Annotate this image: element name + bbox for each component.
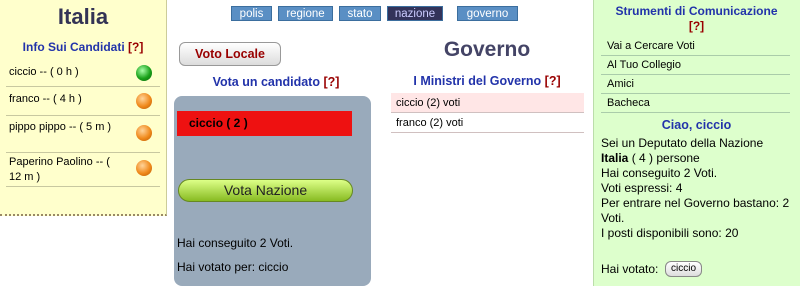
- communication-heading: Strumenti di Comunicazione [?]: [593, 4, 800, 34]
- voted-candidate-chip[interactable]: ciccio: [665, 261, 703, 277]
- vote-heading-label: Vota un candidato: [212, 75, 320, 89]
- candidates-panel: Italia Info Sui Candidati [?] ciccio -- …: [0, 0, 167, 216]
- deputy-votes-text: Hai conseguito 2 Voti.: [601, 166, 718, 180]
- info-candidates-label: Info Sui Candidati: [22, 40, 125, 54]
- candidate-name: franco -- ( 4 h ): [9, 93, 82, 105]
- away-status-icon: [136, 93, 152, 109]
- nav-polis[interactable]: polis: [231, 6, 272, 21]
- ministers-help-link[interactable]: [?]: [545, 74, 561, 88]
- candidate-name: Paperino Paolino -- ( 12 m ): [9, 156, 110, 183]
- nav-governo[interactable]: governo: [457, 6, 518, 21]
- votes-received-text: Hai conseguito 2 Voti.: [177, 236, 294, 250]
- nation-people: ( 4 ) persone: [628, 151, 700, 165]
- candidate-name: ciccio -- ( 0 h ): [9, 66, 79, 78]
- info-candidates-help-link[interactable]: [?]: [128, 40, 143, 54]
- ministers-heading: I Ministri del Governo [?]: [390, 74, 584, 88]
- selected-candidate[interactable]: ciccio ( 2 ): [177, 111, 352, 136]
- deputy-role-text: Sei un Deputato della Nazione: [601, 136, 764, 150]
- menu-tuo-collegio[interactable]: Al Tuo Collegio: [601, 56, 790, 75]
- candidate-row[interactable]: Paperino Paolino -- ( 12 m ): [6, 153, 160, 187]
- menu-bacheca[interactable]: Bacheca: [601, 94, 790, 113]
- candidate-name: pippo pippo -- ( 5 m ): [9, 121, 112, 133]
- info-candidates-heading: Info Sui Candidati [?]: [0, 40, 166, 54]
- hai-votato-label: Hai votato:: [601, 262, 659, 276]
- ministers-heading-label: I Ministri del Governo: [413, 74, 542, 88]
- menu-cerca-voti[interactable]: Vai a Cercare Voti: [601, 37, 790, 56]
- communication-heading-label: Strumenti di Comunicazione: [615, 4, 778, 18]
- menu-amici[interactable]: Amici: [601, 75, 790, 94]
- nav-stato[interactable]: stato: [339, 6, 381, 21]
- candidate-row[interactable]: ciccio -- ( 0 h ): [6, 60, 160, 87]
- minister-row[interactable]: franco (2) voti: [391, 113, 584, 133]
- greeting: Ciao, ciccio: [661, 118, 732, 132]
- nation-name: Italia: [601, 151, 629, 165]
- government-threshold-text: Per entrare nel Governo bastano: 2 Voti.: [601, 196, 790, 225]
- voted-for-text: Hai votato per: ciccio: [177, 260, 289, 274]
- votes-cast-text: Voti espressi: 4: [601, 181, 683, 195]
- vota-nazione-button[interactable]: Vota Nazione: [178, 179, 353, 202]
- vote-help-link[interactable]: [?]: [323, 75, 339, 89]
- candidate-row[interactable]: franco -- ( 4 h ): [6, 87, 160, 116]
- governo-title: Governo: [443, 38, 531, 61]
- nav-regione[interactable]: regione: [278, 6, 333, 21]
- nav-nazione[interactable]: nazione: [387, 6, 443, 21]
- country-title: Italia: [57, 4, 109, 29]
- communication-help-link[interactable]: [?]: [689, 19, 704, 33]
- away-status-icon: [136, 125, 152, 141]
- online-status-icon: [136, 65, 152, 81]
- voto-locale-button[interactable]: Voto Locale: [179, 42, 281, 66]
- deputy-info: Sei un Deputato della Nazione Italia ( 4…: [601, 136, 797, 241]
- minister-row[interactable]: ciccio (2) voti: [391, 93, 584, 113]
- available-seats-text: I posti disponibili sono: 20: [601, 226, 739, 240]
- candidate-row[interactable]: pippo pippo -- ( 5 m ): [6, 116, 160, 153]
- nation-line: Italia ( 4 ) persone: [601, 151, 797, 166]
- away-status-icon: [136, 160, 152, 176]
- vote-heading: Vota un candidato [?]: [176, 75, 376, 89]
